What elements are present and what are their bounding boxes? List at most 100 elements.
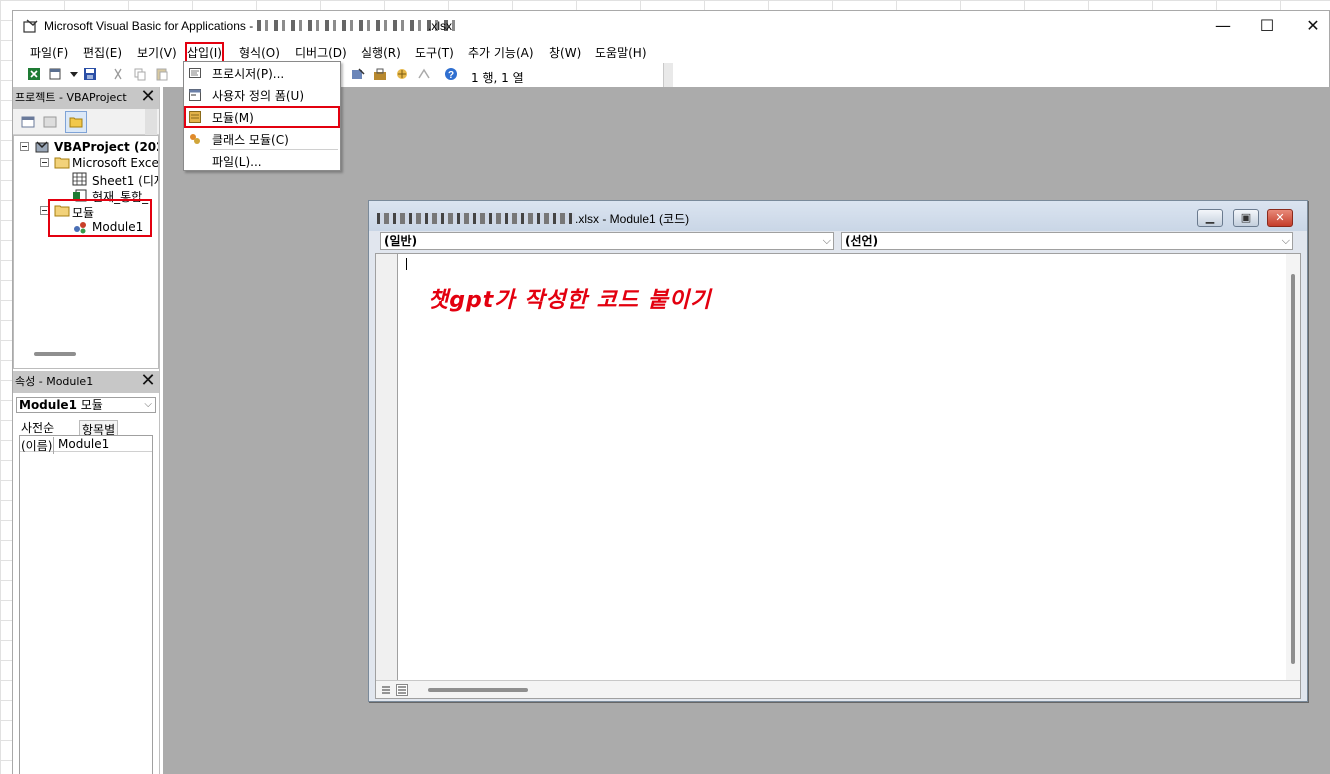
properties-tabs: 사전순 항목별 xyxy=(16,417,156,438)
properties-window-title: 속성 - Module1 ✕ xyxy=(13,371,159,393)
object-selector[interactable]: Module1 모듈 ⌵ xyxy=(16,397,156,413)
property-value: Module1 xyxy=(58,437,110,451)
procedure-combo[interactable]: (선언) ⌵ xyxy=(841,232,1293,250)
menu-edit[interactable]: 편집(E) xyxy=(83,44,122,61)
project-explorer-toolbar xyxy=(13,109,159,135)
folder-icon xyxy=(69,117,83,128)
menu-view[interactable]: 보기(V) xyxy=(137,44,177,61)
menu-tools[interactable]: 도구(T) xyxy=(415,44,454,61)
sheet-icon xyxy=(72,172,87,186)
menu-format[interactable]: 형식(O) xyxy=(239,44,280,61)
object-selector-type: 모듈 xyxy=(80,398,103,412)
toggle-folders-button[interactable] xyxy=(65,111,87,133)
userform-icon xyxy=(189,89,201,101)
close-button[interactable]: ✕ xyxy=(1293,16,1330,38)
toolbar-overflow-grip[interactable] xyxy=(663,63,673,87)
help-icon[interactable]: ? xyxy=(444,67,458,81)
code-window-minimize-button[interactable]: ▁ xyxy=(1197,209,1223,227)
folder-icon xyxy=(54,157,70,169)
menu-debug[interactable]: 디버그(D) xyxy=(295,44,347,61)
cursor-position: 1 행, 1 열 xyxy=(471,71,524,85)
vbaproject-icon xyxy=(35,141,49,153)
chevron-down-icon: ⌵ xyxy=(822,234,831,247)
object-combo[interactable]: (일반) ⌵ xyxy=(380,232,834,250)
menu-help[interactable]: 도움말(H) xyxy=(595,44,647,61)
code-vertical-scrollbar[interactable] xyxy=(1286,254,1300,680)
view-object-icon[interactable] xyxy=(43,115,57,129)
tree-sheet1[interactable]: Sheet1 (디자 xyxy=(92,172,158,189)
menu-file[interactable]: 파일(F) xyxy=(30,44,68,61)
save-icon[interactable] xyxy=(83,67,97,81)
insert-menu-dropdown: 프로시저(P)... 사용자 정의 폼(U) 모듈(M) 클래스 모듈(C) 파… xyxy=(183,61,341,171)
menu-run[interactable]: 실행(R) xyxy=(361,44,401,61)
chevron-down-icon: ⌵ xyxy=(144,399,152,410)
menu-item-class-module[interactable]: 클래스 모듈(C) xyxy=(184,128,340,150)
text-caret xyxy=(406,258,407,270)
project-toolbar-grip[interactable] xyxy=(145,109,157,135)
copy-icon[interactable] xyxy=(133,67,147,81)
tree-vbaproject[interactable]: VBAProject (202 xyxy=(54,140,158,154)
project-tree: VBAProject (202 Microsoft Exce Sheet1 (디… xyxy=(13,135,159,369)
menu-item-class-module-label: 클래스 모듈(C) xyxy=(212,133,289,147)
menu-item-userform-label: 사용자 정의 폼(U) xyxy=(212,89,305,103)
tree-excel-objects[interactable]: Microsoft Exce xyxy=(72,156,158,170)
menu-bar: 파일(F) 편집(E) 보기(V) 삽입(I) 형식(O) 디버그(D) 실행(… xyxy=(13,41,1329,63)
tab-alphabetic[interactable]: 사전순 xyxy=(21,419,54,436)
code-margin-indicator-bar[interactable] xyxy=(376,254,398,680)
redacted-filename xyxy=(377,213,575,224)
properties-window-icon[interactable] xyxy=(395,67,409,81)
minimize-button[interactable]: — xyxy=(1203,16,1243,38)
title-bar: Microsoft Visual Basic for Applications … xyxy=(13,11,1329,41)
menu-item-procedure-label: 프로시저(P)... xyxy=(212,67,285,81)
menu-item-file[interactable]: 파일(L)... xyxy=(184,150,340,172)
excel-view-icon[interactable] xyxy=(27,67,41,81)
paste-icon[interactable] xyxy=(155,67,169,81)
project-tree-scroll-thumb[interactable] xyxy=(34,352,76,356)
menu-item-procedure[interactable]: 프로시저(P)... xyxy=(184,62,340,84)
menu-item-module[interactable]: 모듈(M) xyxy=(184,106,340,128)
code-window-title: .xlsx - Module1 (코드) xyxy=(377,210,689,227)
full-module-view-icon[interactable] xyxy=(396,684,408,696)
object-browser-icon[interactable] xyxy=(351,67,365,81)
chevron-down-icon: ⌵ xyxy=(1281,234,1290,247)
menu-insert[interactable]: 삽입(I) xyxy=(185,42,224,63)
window-title-label: Microsoft Visual Basic for Applications … xyxy=(44,19,257,33)
collapse-icon[interactable] xyxy=(40,158,49,167)
window-title: Microsoft Visual Basic for Applications … xyxy=(44,19,457,33)
menu-item-module-label: 모듈(M) xyxy=(212,111,254,125)
svg-text:?: ? xyxy=(448,70,454,81)
menu-window[interactable]: 창(W) xyxy=(549,44,581,61)
project-explorer-close-button[interactable]: ✕ xyxy=(139,88,157,106)
view-code-icon[interactable] xyxy=(21,115,35,129)
module-icon xyxy=(189,111,201,123)
code-window-restore-button[interactable]: ▣ xyxy=(1233,209,1259,227)
class-module-icon xyxy=(190,134,200,144)
code-window: .xlsx - Module1 (코드) ▁ ▣ ✕ (일반) ⌵ (선언) ⌵… xyxy=(368,200,1308,702)
menu-addins[interactable]: 추가 기능(A) xyxy=(468,44,534,61)
menu-item-file-label: 파일(L)... xyxy=(212,155,262,169)
project-explorer-title-label: 프로젝트 - VBAProject xyxy=(15,91,127,104)
procedure-view-icon[interactable] xyxy=(380,684,392,696)
code-window-close-button[interactable]: ✕ xyxy=(1267,209,1293,227)
code-editor[interactable]: 챗gpt가 작성한 코드 붙이기 xyxy=(375,253,1301,699)
property-name: (이름) xyxy=(21,437,55,454)
property-row[interactable]: (이름) Module1 xyxy=(20,436,152,454)
project-explorer-title: 프로젝트 - VBAProject ✕ xyxy=(13,87,159,109)
toolbox-icon[interactable] xyxy=(373,67,387,81)
procedure-combo-value: (선언) xyxy=(845,234,879,248)
code-vertical-scroll-thumb[interactable] xyxy=(1291,274,1295,664)
module-highlight-box xyxy=(48,199,152,237)
code-horizontal-scroll-thumb[interactable] xyxy=(428,688,528,692)
collapse-icon[interactable] xyxy=(20,142,29,151)
insert-object-icon[interactable] xyxy=(49,67,63,81)
dropdown-arrow-icon[interactable] xyxy=(67,67,81,81)
code-bottom-bar xyxy=(376,680,1300,698)
code-window-title-bar[interactable]: .xlsx - Module1 (코드) ▁ ▣ ✕ xyxy=(369,201,1307,231)
properties-window-close-button[interactable]: ✕ xyxy=(139,372,157,390)
vba-app-icon xyxy=(23,19,38,33)
maximize-button[interactable]: ☐ xyxy=(1247,16,1287,38)
cut-icon[interactable] xyxy=(111,67,125,81)
properties-window-title-label: 속성 - Module1 xyxy=(15,375,94,388)
design-mode-icon[interactable] xyxy=(417,67,431,81)
menu-item-userform[interactable]: 사용자 정의 폼(U) xyxy=(184,84,340,106)
